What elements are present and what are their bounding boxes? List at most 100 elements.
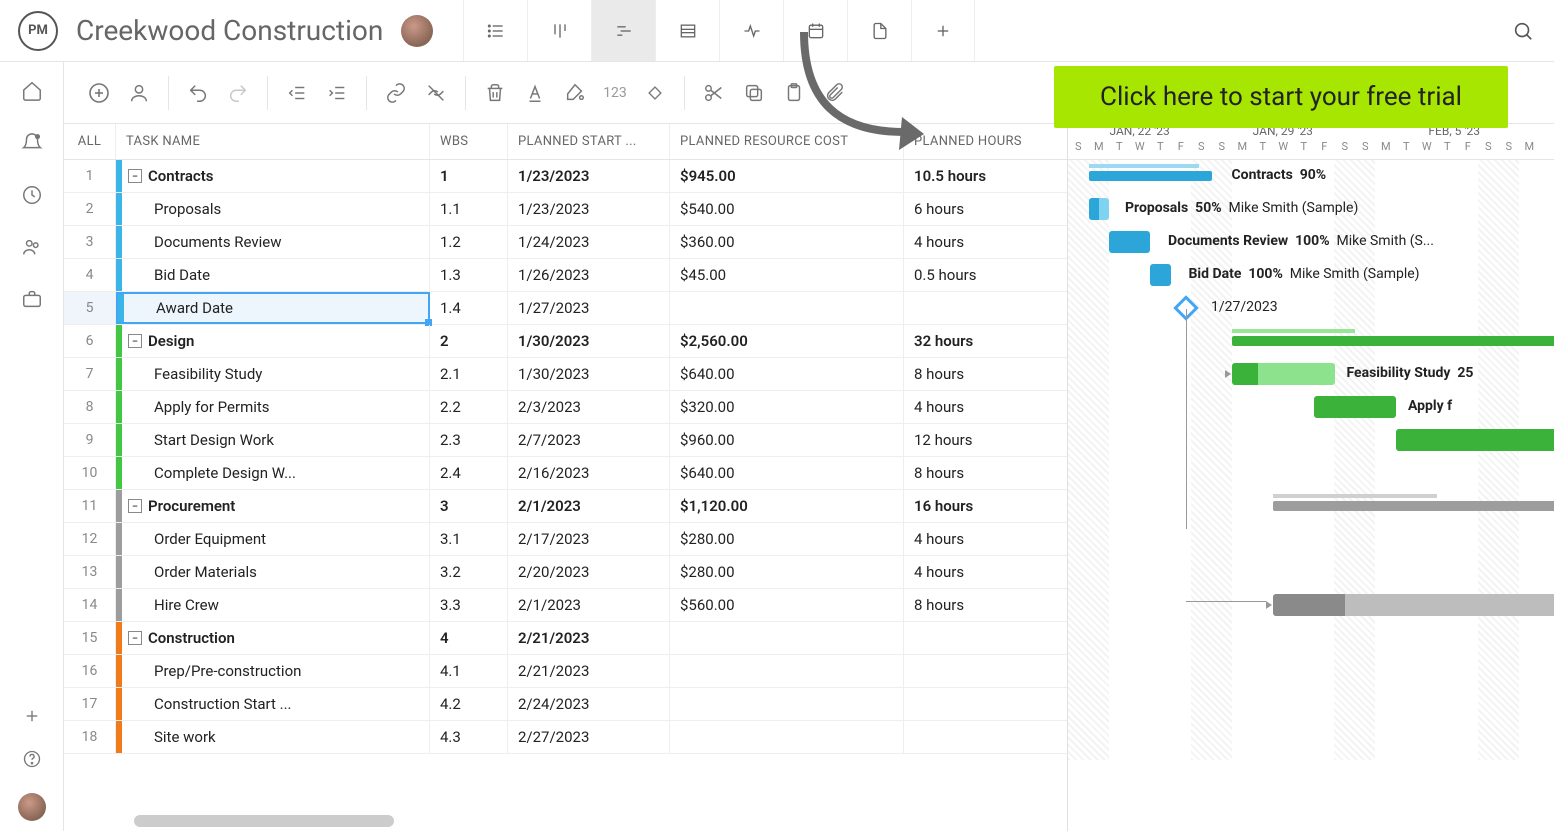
table-row[interactable]: 18Site work4.32/27/2023	[64, 721, 1067, 754]
task-name-cell[interactable]: Start Design Work	[116, 424, 430, 456]
table-row[interactable]: 10Complete Design W...2.42/16/2023$640.0…	[64, 457, 1067, 490]
col-head-task-name[interactable]: TASK NAME	[116, 124, 430, 159]
tool-redo[interactable]	[221, 76, 255, 110]
wbs-cell[interactable]: 3	[430, 490, 508, 522]
collapse-toggle[interactable]: −	[128, 499, 142, 513]
planned-cost-cell[interactable]	[670, 655, 904, 687]
table-row[interactable]: 8Apply for Permits2.22/3/2023$320.004 ho…	[64, 391, 1067, 424]
planned-start-cell[interactable]: 1/30/2023	[508, 358, 670, 390]
horizontal-scrollbar[interactable]	[134, 815, 394, 827]
planned-start-cell[interactable]: 2/17/2023	[508, 523, 670, 555]
wbs-cell[interactable]: 4	[430, 622, 508, 654]
planned-start-cell[interactable]: 2/21/2023	[508, 622, 670, 654]
collapse-toggle[interactable]: −	[128, 631, 142, 645]
collapse-toggle[interactable]: −	[128, 334, 142, 348]
task-name-cell[interactable]: −Contracts	[116, 160, 430, 192]
task-name-cell[interactable]: Proposals	[116, 193, 430, 225]
task-name-cell[interactable]: Apply for Permits	[116, 391, 430, 423]
planned-hours-cell[interactable]: 4 hours	[904, 523, 1062, 555]
task-name-cell[interactable]: Site work	[116, 721, 430, 753]
planned-start-cell[interactable]: 2/7/2023	[508, 424, 670, 456]
planned-hours-cell[interactable]	[904, 721, 1062, 753]
planned-start-cell[interactable]: 1/23/2023	[508, 160, 670, 192]
project-title[interactable]: Creekwood Construction	[76, 14, 383, 47]
wbs-cell[interactable]: 2.4	[430, 457, 508, 489]
view-files[interactable]	[847, 0, 911, 61]
planned-cost-cell[interactable]	[670, 721, 904, 753]
planned-hours-cell[interactable]: 8 hours	[904, 358, 1062, 390]
planned-hours-cell[interactable]	[904, 622, 1062, 654]
tool-cut[interactable]	[697, 76, 731, 110]
table-row[interactable]: 15−Construction42/21/2023	[64, 622, 1067, 655]
wbs-cell[interactable]: 1	[430, 160, 508, 192]
tool-paste[interactable]	[777, 76, 811, 110]
task-name-cell[interactable]: Prep/Pre-construction	[116, 655, 430, 687]
col-head-all[interactable]: ALL	[64, 124, 116, 159]
planned-hours-cell[interactable]: 6 hours	[904, 193, 1062, 225]
task-name-cell[interactable]: Award Date	[116, 292, 430, 324]
collapse-toggle[interactable]: −	[128, 169, 142, 183]
table-row[interactable]: 7Feasibility Study2.11/30/2023$640.008 h…	[64, 358, 1067, 391]
planned-cost-cell[interactable]: $320.00	[670, 391, 904, 423]
task-name-cell[interactable]: Order Materials	[116, 556, 430, 588]
task-name-cell[interactable]: −Procurement	[116, 490, 430, 522]
table-row[interactable]: 14Hire Crew3.32/1/2023$560.008 hours	[64, 589, 1067, 622]
table-row[interactable]: 1−Contracts11/23/2023$945.0010.5 hours	[64, 160, 1067, 193]
table-row[interactable]: 11−Procurement32/1/2023$1,120.0016 hours	[64, 490, 1067, 523]
view-list[interactable]	[463, 0, 527, 61]
planned-start-cell[interactable]: 1/24/2023	[508, 226, 670, 258]
col-head-planned-start[interactable]: PLANNED START ...	[508, 124, 670, 159]
planned-hours-cell[interactable]: 16 hours	[904, 490, 1062, 522]
table-row[interactable]: 3Documents Review1.21/24/2023$360.004 ho…	[64, 226, 1067, 259]
planned-hours-cell[interactable]	[904, 688, 1062, 720]
wbs-cell[interactable]: 3.2	[430, 556, 508, 588]
tool-attachment[interactable]	[817, 76, 851, 110]
cta-banner[interactable]: Click here to start your free trial	[1054, 66, 1508, 128]
col-head-planned-cost[interactable]: PLANNED RESOURCE COST	[670, 124, 904, 159]
table-row[interactable]: 16Prep/Pre-construction4.12/21/2023	[64, 655, 1067, 688]
wbs-cell[interactable]: 2.2	[430, 391, 508, 423]
rail-help[interactable]	[22, 749, 42, 769]
wbs-cell[interactable]: 2	[430, 325, 508, 357]
tool-delete[interactable]	[478, 76, 512, 110]
planned-cost-cell[interactable]: $280.00	[670, 556, 904, 588]
planned-start-cell[interactable]: 1/26/2023	[508, 259, 670, 291]
planned-start-cell[interactable]: 2/1/2023	[508, 589, 670, 621]
planned-start-cell[interactable]: 1/30/2023	[508, 325, 670, 357]
planned-start-cell[interactable]: 2/16/2023	[508, 457, 670, 489]
tool-copy[interactable]	[737, 76, 771, 110]
tool-percent[interactable]: 123	[598, 76, 632, 110]
planned-cost-cell[interactable]: $1,120.00	[670, 490, 904, 522]
app-logo[interactable]: PM	[18, 11, 58, 51]
task-name-cell[interactable]: Documents Review	[116, 226, 430, 258]
rail-recent[interactable]	[21, 184, 43, 206]
search-button[interactable]	[1512, 20, 1534, 42]
planned-cost-cell[interactable]: $45.00	[670, 259, 904, 291]
wbs-cell[interactable]: 1.1	[430, 193, 508, 225]
task-name-cell[interactable]: Complete Design W...	[116, 457, 430, 489]
col-head-wbs[interactable]: WBS	[430, 124, 508, 159]
view-calendar[interactable]	[783, 0, 847, 61]
planned-start-cell[interactable]: 2/3/2023	[508, 391, 670, 423]
tool-indent[interactable]	[320, 76, 354, 110]
task-name-cell[interactable]: Construction Start ...	[116, 688, 430, 720]
planned-start-cell[interactable]: 2/1/2023	[508, 490, 670, 522]
planned-start-cell[interactable]: 2/24/2023	[508, 688, 670, 720]
wbs-cell[interactable]: 2.1	[430, 358, 508, 390]
rail-notifications[interactable]	[21, 132, 43, 154]
planned-cost-cell[interactable]: $945.00	[670, 160, 904, 192]
planned-hours-cell[interactable]: 32 hours	[904, 325, 1062, 357]
planned-hours-cell[interactable]: 12 hours	[904, 424, 1062, 456]
planned-hours-cell[interactable]: 8 hours	[904, 589, 1062, 621]
task-name-cell[interactable]: Hire Crew	[116, 589, 430, 621]
table-row[interactable]: 2Proposals1.11/23/2023$540.006 hours	[64, 193, 1067, 226]
view-activity[interactable]	[719, 0, 783, 61]
view-gantt[interactable]	[591, 0, 655, 61]
col-head-planned-hours[interactable]: PLANNED HOURS	[904, 124, 1062, 159]
view-sheet[interactable]	[655, 0, 719, 61]
table-row[interactable]: 17Construction Start ...4.22/24/2023	[64, 688, 1067, 721]
tool-add-task[interactable]	[82, 76, 116, 110]
wbs-cell[interactable]: 4.1	[430, 655, 508, 687]
task-name-cell[interactable]: Bid Date	[116, 259, 430, 291]
planned-cost-cell[interactable]	[670, 688, 904, 720]
